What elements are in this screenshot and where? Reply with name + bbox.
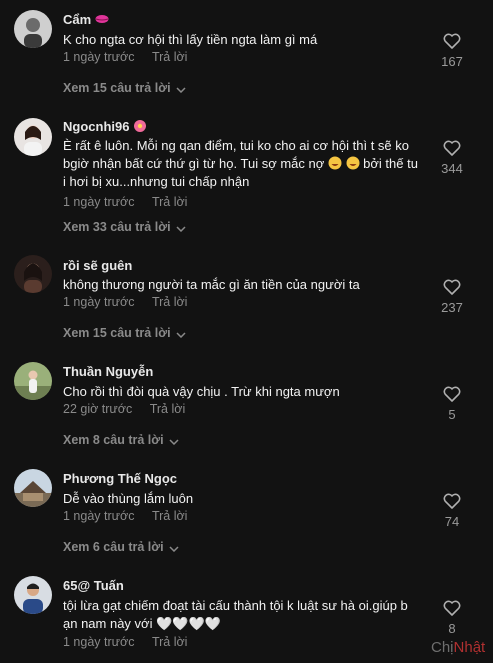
watermark: ChịNhật: [431, 639, 485, 656]
heart-icon: [432, 493, 472, 509]
comment-text: È rất ê luôn. Mỗi ng qan điểm, tui ko ch…: [63, 137, 425, 191]
heart-icon: [432, 386, 472, 402]
chevron-down-icon: [169, 434, 179, 448]
comment-meta: 1 ngày trước Trả lời: [63, 509, 187, 523]
comment-text: Cho rồi thì đòi quà vậy chịu . Trừ khi n…: [63, 384, 340, 399]
comment-author[interactable]: 65@ Tuấn: [63, 578, 124, 593]
reply-button[interactable]: Trả lời: [152, 509, 188, 523]
avatar[interactable]: [14, 10, 52, 48]
heart-icon: [432, 279, 472, 295]
comment-meta: 1 ngày trước Trả lời: [63, 295, 187, 309]
comment-time: 22 giờ trước: [63, 402, 133, 416]
heart-icon: [432, 600, 472, 616]
like-count: 167: [441, 54, 463, 69]
chevron-down-icon: [169, 541, 179, 555]
reply-button[interactable]: Trả lời: [150, 402, 186, 416]
like-button[interactable]: 74: [432, 493, 472, 529]
reply-button[interactable]: Trả lời: [152, 635, 188, 649]
view-replies-button[interactable]: Xem 6 câu trả lời: [63, 540, 179, 555]
comment-text-line: i hơi bị xu...nhưng tui chấp nhận: [63, 174, 250, 189]
view-replies-button[interactable]: Xem 33 câu trả lời: [63, 220, 186, 235]
reply-button[interactable]: Trả lời: [152, 50, 188, 64]
comment-text-line: tội lừa gạt chiếm đoạt tài cấu thành tội…: [63, 598, 408, 613]
avatar[interactable]: [14, 255, 52, 293]
like-count: 344: [441, 161, 463, 176]
comment-author[interactable]: Thuần Nguyễn: [63, 364, 153, 379]
flower-icon: [133, 119, 147, 134]
view-replies-button[interactable]: Xem 15 câu trả lời: [63, 81, 186, 96]
avatar[interactable]: [14, 576, 52, 614]
comment-text-line: bgiờ nhận bất cứ thứ gì từ họ. Tui sợ mắ…: [63, 156, 418, 171]
view-replies-label: Xem 8 câu trả lời: [63, 433, 164, 447]
heart-icon: [432, 33, 472, 49]
view-replies-button[interactable]: Xem 15 câu trả lời: [63, 326, 186, 341]
comment-text: Dễ vào thùng lắm luôn: [63, 491, 194, 506]
comment-author[interactable]: rồi sẽ guên: [63, 258, 132, 273]
avatar[interactable]: [14, 469, 52, 507]
like-button[interactable]: 8: [432, 600, 472, 636]
comment-text: K cho ngta cơ hội thì lấy tiền ngta làm …: [63, 32, 318, 47]
like-count: 8: [448, 621, 456, 636]
rofl-emoji-icon: [346, 156, 360, 171]
view-replies-label: Xem 6 câu trả lời: [63, 540, 164, 554]
watermark-part: Nhật: [453, 639, 486, 656]
comment-author[interactable]: Cẩm: [63, 12, 109, 27]
comment-time: 1 ngày trước: [63, 509, 135, 523]
heart-icon: [432, 140, 472, 156]
like-count: 5: [448, 407, 456, 422]
lips-icon: [95, 12, 109, 27]
comment-time: 1 ngày trước: [63, 635, 135, 649]
reply-button[interactable]: Trả lời: [152, 295, 188, 309]
avatar[interactable]: [14, 362, 52, 400]
comment-text-line: È rất ê luôn. Mỗi ng qan điểm, tui ko ch…: [63, 138, 409, 153]
like-button[interactable]: 5: [432, 386, 472, 422]
comment-meta: 1 ngày trước Trả lời: [63, 195, 187, 209]
like-count: 237: [441, 300, 463, 315]
comment-time: 1 ngày trước: [63, 50, 135, 64]
like-button[interactable]: 167: [432, 33, 472, 69]
like-count: 74: [444, 514, 460, 529]
rofl-emoji-icon: [328, 156, 342, 171]
comment-author[interactable]: Phương Thế Ngọc: [63, 471, 177, 486]
chevron-down-icon: [176, 221, 186, 235]
view-replies-button[interactable]: Xem 8 câu trả lời: [63, 433, 179, 448]
comment-text: tội lừa gạt chiếm đoạt tài cấu thành tội…: [63, 597, 425, 633]
watermark-part: Chị: [431, 639, 454, 656]
comment-text: không thương người ta mắc gì ăn tiền của…: [63, 277, 360, 292]
reply-button[interactable]: Trả lời: [152, 195, 188, 209]
comment-meta: 1 ngày trước Trả lời: [63, 635, 187, 649]
chevron-down-icon: [176, 327, 186, 341]
comment-time: 1 ngày trước: [63, 195, 135, 209]
comment-text-line: ạn nam này với 🤍🤍🤍🤍: [63, 616, 221, 631]
comment-time: 1 ngày trước: [63, 295, 135, 309]
view-replies-label: Xem 33 câu trả lời: [63, 220, 171, 234]
like-button[interactable]: 344: [432, 140, 472, 176]
comment-author[interactable]: Ngocnhi96: [63, 119, 147, 134]
comment-meta: 22 giờ trước Trả lời: [63, 402, 185, 416]
view-replies-label: Xem 15 câu trả lời: [63, 326, 171, 340]
avatar[interactable]: [14, 118, 52, 156]
comment-meta: 1 ngày trước Trả lời: [63, 50, 187, 64]
chevron-down-icon: [176, 82, 186, 96]
like-button[interactable]: 237: [432, 279, 472, 315]
view-replies-label: Xem 15 câu trả lời: [63, 81, 171, 95]
